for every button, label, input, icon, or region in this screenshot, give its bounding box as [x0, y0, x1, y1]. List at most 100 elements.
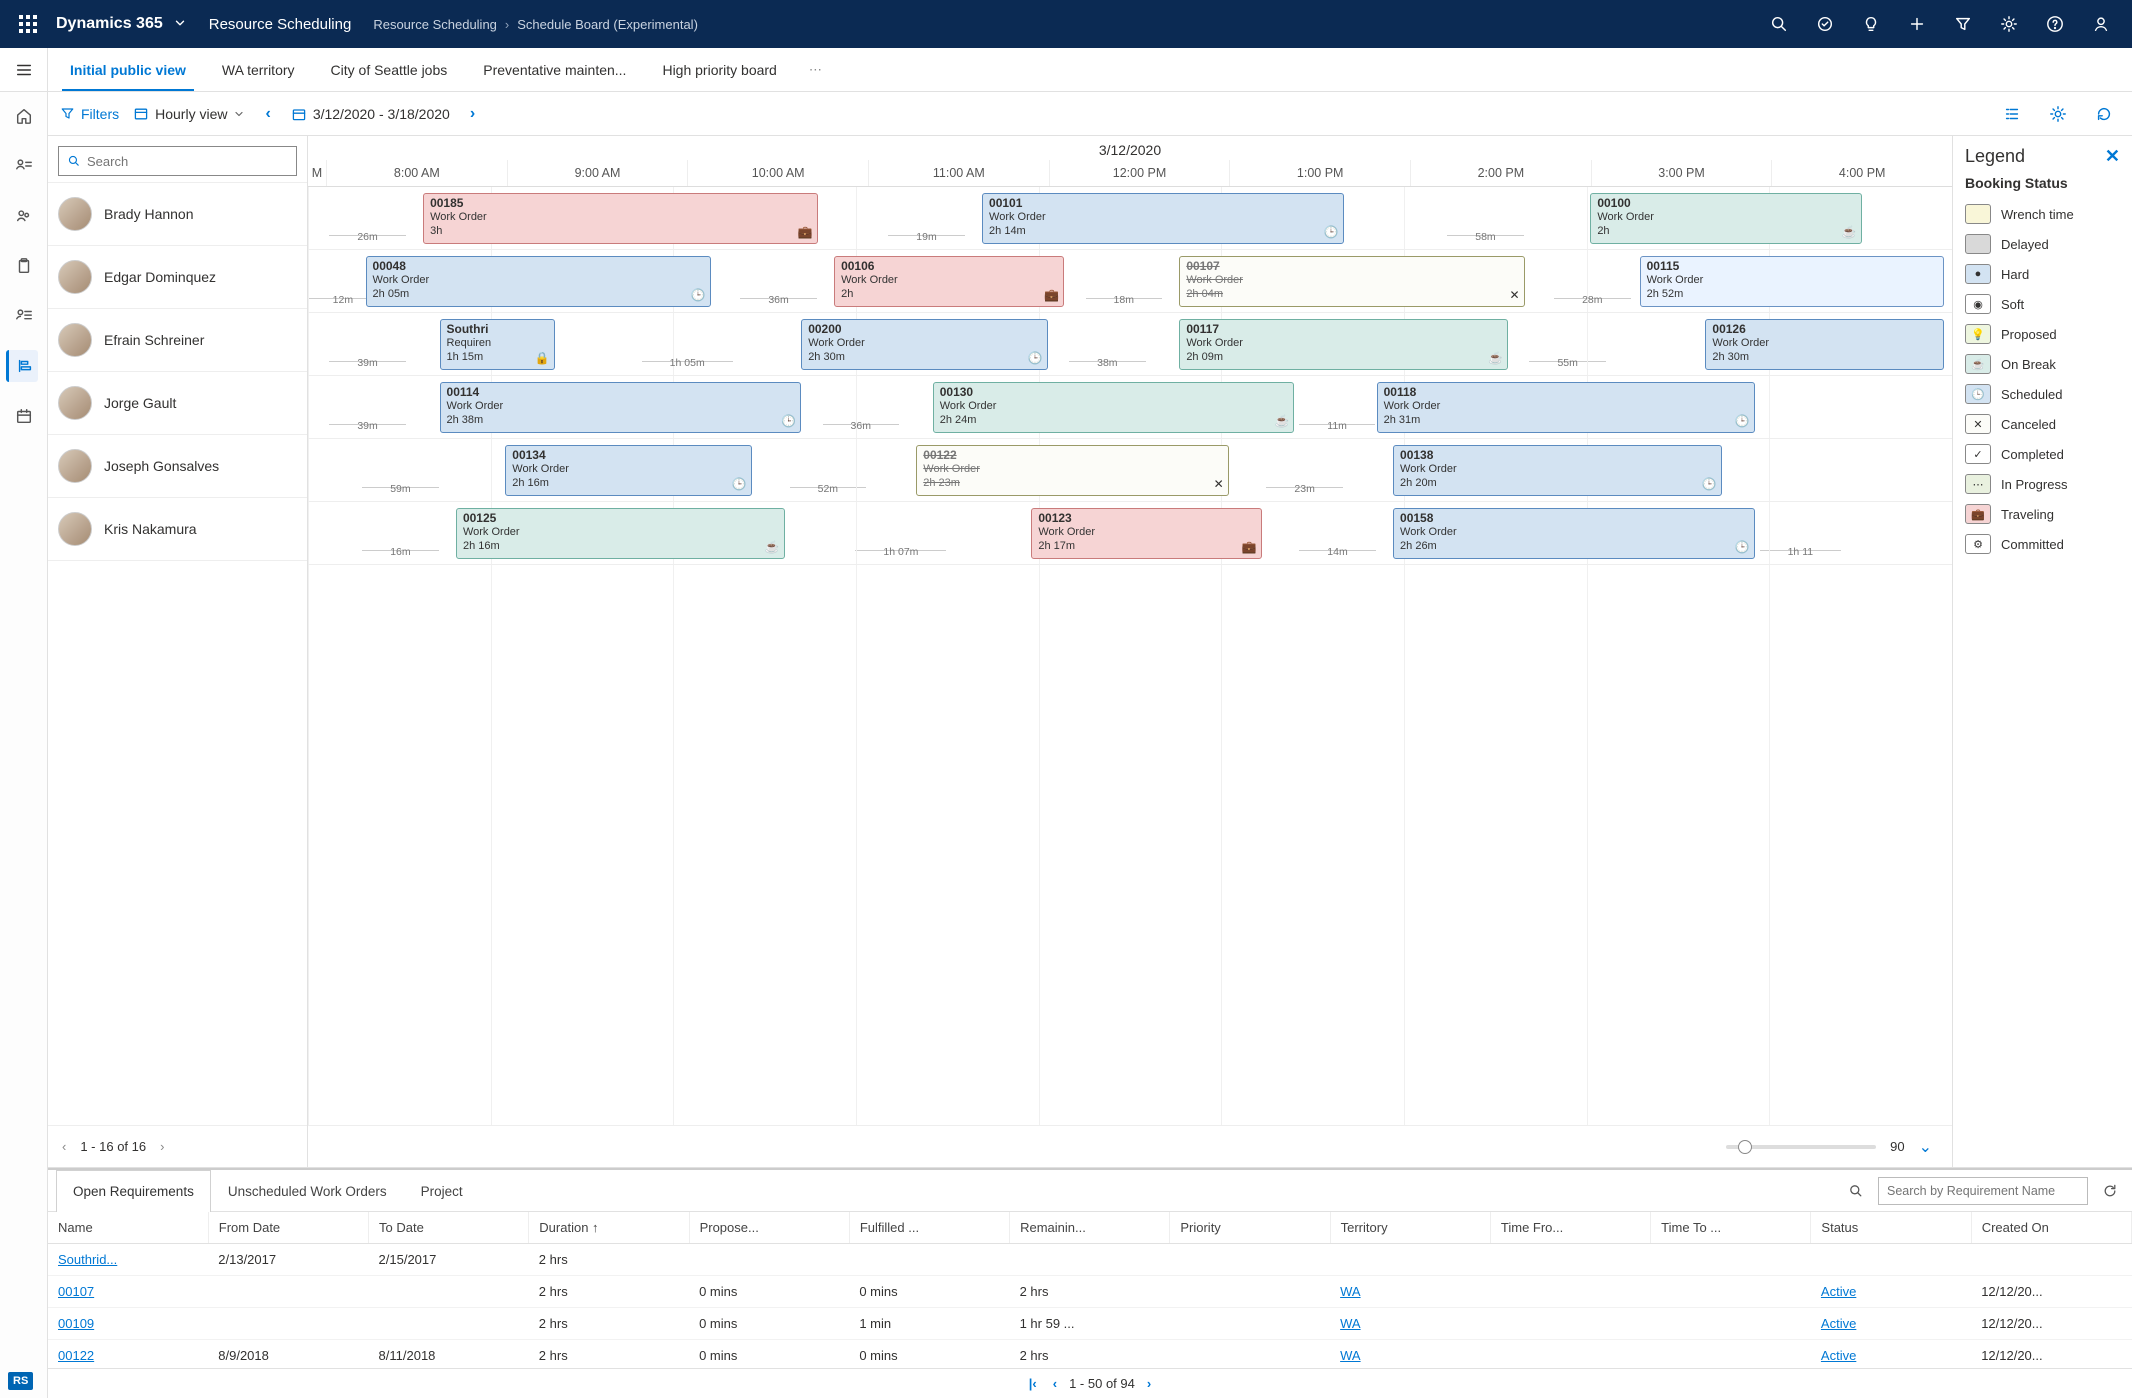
- column-header[interactable]: Priority: [1170, 1212, 1330, 1244]
- gantt-area[interactable]: 3/12/2020 M 8:00 AM9:00 AM10:00 AM11:00 …: [308, 136, 1952, 1167]
- lightbulb-icon[interactable]: [1848, 0, 1894, 48]
- filters-button[interactable]: Filters: [60, 106, 119, 122]
- cell-link[interactable]: WA: [1340, 1316, 1360, 1331]
- board-tab[interactable]: High priority board: [644, 48, 794, 91]
- booking-card[interactable]: 00101Work Order2h 14m🕒: [982, 193, 1344, 244]
- cell-link[interactable]: Active: [1821, 1348, 1856, 1363]
- booking-card[interactable]: 00130Work Order2h 24m☕: [933, 382, 1295, 433]
- booking-card[interactable]: 00138Work Order2h 20m🕒: [1393, 445, 1722, 496]
- booking-card[interactable]: 00107Work Order2h 04m✕: [1179, 256, 1524, 307]
- search-icon[interactable]: [1756, 0, 1802, 48]
- task-icon[interactable]: [1802, 0, 1848, 48]
- zoom-chevron-icon[interactable]: ⌄: [1919, 1137, 1932, 1157]
- booking-card[interactable]: 00117Work Order2h 09m☕: [1179, 319, 1508, 370]
- cell-link[interactable]: Active: [1821, 1284, 1856, 1299]
- view-picker[interactable]: Hourly view: [133, 106, 245, 122]
- column-header[interactable]: Remainin...: [1010, 1212, 1170, 1244]
- table-row[interactable]: 001092 hrs0 mins1 min1 hr 59 ...WAActive…: [48, 1308, 2132, 1340]
- column-header[interactable]: Territory: [1330, 1212, 1490, 1244]
- table-row[interactable]: 001072 hrs0 mins0 mins2 hrsWAActive12/12…: [48, 1276, 2132, 1308]
- resource-search-input[interactable]: [87, 154, 288, 169]
- resource-row[interactable]: Joseph Gonsalves: [48, 435, 307, 498]
- column-header[interactable]: Created On: [1971, 1212, 2131, 1244]
- column-header[interactable]: Status: [1811, 1212, 1971, 1244]
- booking-card[interactable]: SouthriRequiren1h 15m🔒: [440, 319, 555, 370]
- requirements-tab[interactable]: Project: [404, 1170, 480, 1212]
- booking-card[interactable]: 00048Work Order2h 05m🕒: [366, 256, 711, 307]
- people-list-icon[interactable]: [8, 150, 40, 182]
- calendar-icon[interactable]: [8, 400, 40, 432]
- resource-row[interactable]: Jorge Gault: [48, 372, 307, 435]
- pager-next-button[interactable]: ›: [156, 1137, 168, 1156]
- column-header[interactable]: Name: [48, 1212, 208, 1244]
- filter-icon[interactable]: [1940, 0, 1986, 48]
- booking-card[interactable]: 00134Work Order2h 16m🕒: [505, 445, 752, 496]
- app-launcher-icon[interactable]: [8, 0, 48, 48]
- grid-refresh-icon[interactable]: [2096, 1177, 2124, 1205]
- board-tab[interactable]: Initial public view: [52, 48, 204, 91]
- cell-link[interactable]: 00109: [58, 1316, 94, 1331]
- column-header[interactable]: Duration ↑: [529, 1212, 689, 1244]
- board-tab[interactable]: City of Seattle jobs: [313, 48, 466, 91]
- list-view-icon[interactable]: [1996, 98, 2028, 130]
- help-icon[interactable]: [2032, 0, 2078, 48]
- requirement-search-input[interactable]: [1878, 1177, 2088, 1205]
- brand-chevron-icon[interactable]: [173, 16, 187, 33]
- booking-card[interactable]: 00122Work Order2h 23m✕: [916, 445, 1228, 496]
- requirements-tab[interactable]: Open Requirements: [56, 1170, 211, 1212]
- column-header[interactable]: Propose...: [689, 1212, 849, 1244]
- brand-title[interactable]: Dynamics 365: [56, 15, 163, 33]
- schedule-board-icon[interactable]: [6, 350, 38, 382]
- booking-card[interactable]: 00115Work Order2h 52m: [1640, 256, 1944, 307]
- prev-period-button[interactable]: ‹: [259, 105, 276, 123]
- board-tab[interactable]: Preventative mainten...: [465, 48, 644, 91]
- hamburger-icon[interactable]: [0, 48, 48, 91]
- cell-link[interactable]: Active: [1821, 1316, 1856, 1331]
- requirements-grid[interactable]: NameFrom DateTo DateDuration ↑Propose...…: [48, 1212, 2132, 1368]
- grid-prev-button[interactable]: ‹: [1049, 1376, 1061, 1391]
- pager-prev-button[interactable]: ‹: [58, 1137, 70, 1156]
- grid-next-button[interactable]: ›: [1143, 1376, 1155, 1391]
- booking-card[interactable]: 00114Work Order2h 38m🕒: [440, 382, 802, 433]
- more-tabs-icon[interactable]: ⋯: [795, 48, 836, 91]
- cell-link[interactable]: WA: [1340, 1284, 1360, 1299]
- cell-link[interactable]: 00107: [58, 1284, 94, 1299]
- booking-card[interactable]: 00126Work Order2h 30m: [1705, 319, 1943, 370]
- requirements-tab[interactable]: Unscheduled Work Orders: [211, 1170, 404, 1212]
- resource-row[interactable]: Efrain Schreiner: [48, 309, 307, 372]
- user-icon[interactable]: [2078, 0, 2124, 48]
- booking-card[interactable]: 00100Work Order2h☕: [1590, 193, 1861, 244]
- booking-card[interactable]: 00125Work Order2h 16m☕: [456, 508, 785, 559]
- grid-first-button[interactable]: |‹: [1025, 1376, 1041, 1391]
- add-icon[interactable]: [1894, 0, 1940, 48]
- breadcrumb-2[interactable]: Schedule Board (Experimental): [517, 17, 698, 32]
- column-header[interactable]: Fulfilled ...: [849, 1212, 1009, 1244]
- booking-card[interactable]: 00106Work Order2h💼: [834, 256, 1064, 307]
- board-tab[interactable]: WA territory: [204, 48, 313, 91]
- board-settings-icon[interactable]: [2042, 98, 2074, 130]
- next-period-button[interactable]: ›: [464, 105, 481, 123]
- booking-card[interactable]: 00185Work Order3h💼: [423, 193, 818, 244]
- cell-link[interactable]: Southrid...: [58, 1252, 117, 1267]
- table-row[interactable]: 001228/9/20188/11/20182 hrs0 mins0 mins2…: [48, 1340, 2132, 1369]
- column-header[interactable]: To Date: [369, 1212, 529, 1244]
- breadcrumb-1[interactable]: Resource Scheduling: [373, 17, 497, 32]
- people-queue-icon[interactable]: [8, 300, 40, 332]
- booking-card[interactable]: 00118Work Order2h 31m🕒: [1377, 382, 1755, 433]
- booking-card[interactable]: 00200Work Order2h 30m🕒: [801, 319, 1048, 370]
- resource-row[interactable]: Brady Hannon: [48, 183, 307, 246]
- booking-card[interactable]: 00123Work Order2h 17m💼: [1031, 508, 1261, 559]
- grid-search-icon[interactable]: [1842, 1177, 1870, 1205]
- people-pair-icon[interactable]: [8, 200, 40, 232]
- home-icon[interactable]: [8, 100, 40, 132]
- date-range-picker[interactable]: 3/12/2020 - 3/18/2020: [291, 106, 450, 122]
- column-header[interactable]: From Date: [208, 1212, 368, 1244]
- close-icon[interactable]: ✕: [2105, 146, 2120, 167]
- resource-search[interactable]: [58, 146, 297, 176]
- column-header[interactable]: Time Fro...: [1490, 1212, 1650, 1244]
- clipboard-icon[interactable]: [8, 250, 40, 282]
- resource-row[interactable]: Edgar Dominquez: [48, 246, 307, 309]
- column-header[interactable]: Time To ...: [1651, 1212, 1811, 1244]
- booking-card[interactable]: 00158Work Order2h 26m🕒: [1393, 508, 1755, 559]
- table-row[interactable]: Southrid...2/13/20172/15/20172 hrs: [48, 1244, 2132, 1276]
